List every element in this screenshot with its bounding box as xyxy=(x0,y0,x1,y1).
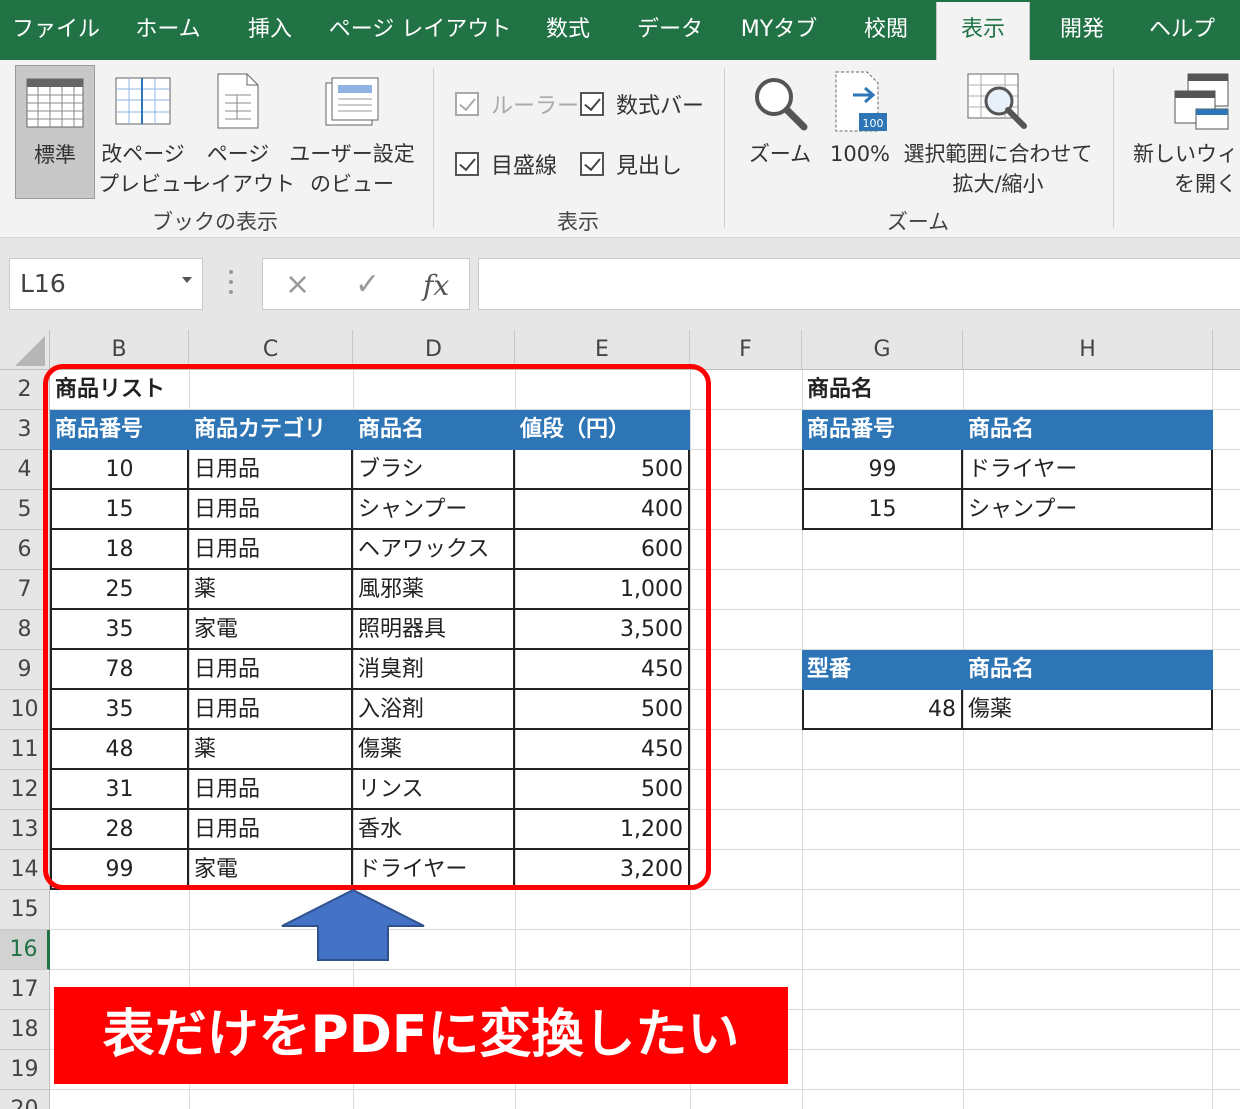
row-header[interactable]: 20 xyxy=(0,1090,50,1109)
table-cell[interactable]: 99 xyxy=(802,450,963,490)
tab-page-layout[interactable]: ページ レイアウト xyxy=(322,0,518,60)
table-cell[interactable]: 傷薬 xyxy=(963,690,1213,730)
zoom-to-selection-button[interactable]: 選択範囲に合わせて 拡大/縮小 xyxy=(900,65,1096,199)
up-arrow-icon xyxy=(281,888,425,961)
table-header-cell[interactable]: 商品番号 xyxy=(802,410,963,450)
normal-view-button[interactable]: 標準 xyxy=(15,65,95,199)
normal-view-label: 標準 xyxy=(34,143,76,167)
table-cell[interactable]: 15 xyxy=(802,490,963,530)
column-header-g[interactable]: G xyxy=(802,330,963,370)
zoom-to-selection-icon xyxy=(967,73,1027,129)
page-break-preview-icon xyxy=(115,77,171,125)
page-break-preview-label-1: 改ページ xyxy=(101,142,185,166)
ruler-label: ルーラー xyxy=(491,94,580,119)
row-header-selected[interactable]: 16 xyxy=(0,930,50,970)
group-label-workbook-views: ブックの表示 xyxy=(152,210,278,234)
formula-bar-checkbox[interactable]: 数式バー xyxy=(580,88,704,120)
tab-formulas[interactable]: 数式 xyxy=(520,0,616,60)
ribbon-tab-bar: ファイル ホーム 挿入 ページ レイアウト 数式 データ MYタブ 校閲 表示 … xyxy=(0,0,1240,60)
magnifier-icon xyxy=(755,78,808,131)
zoom-label: ズーム xyxy=(748,142,812,166)
tab-view[interactable]: 表示 xyxy=(936,2,1030,60)
highlight-frame xyxy=(43,364,711,890)
headings-label: 見出し xyxy=(616,154,683,179)
ruler-checkbox[interactable]: ルーラー xyxy=(455,88,579,120)
formula-bar-label: 数式バー xyxy=(616,94,705,119)
gridlines-label: 目盛線 xyxy=(491,154,558,179)
zoom-button[interactable]: ズーム xyxy=(742,65,818,199)
group-separator xyxy=(724,68,725,228)
select-all-corner[interactable] xyxy=(0,330,50,370)
name-box-value: L16 xyxy=(20,269,66,298)
table-header-cell[interactable]: 商品名 xyxy=(963,410,1213,450)
group-separator xyxy=(1113,68,1114,228)
group-label-show: 表示 xyxy=(557,210,599,234)
custom-views-label-2: のビュー xyxy=(310,172,394,196)
lookup-title[interactable]: 商品名 xyxy=(802,370,963,410)
zoom-to-selection-label-2: 拡大/縮小 xyxy=(952,172,1044,196)
checkbox-icon xyxy=(455,152,479,176)
table-header-cell[interactable]: 商品名 xyxy=(963,650,1213,690)
new-window-button[interactable]: 新しいウィン を開く xyxy=(1128,65,1240,199)
row-header[interactable]: 19 xyxy=(0,1050,50,1090)
row-header[interactable]: 17 xyxy=(0,970,50,1010)
headings-checkbox[interactable]: 見出し xyxy=(580,148,682,180)
formula-buttons: × ✓ fx xyxy=(262,258,470,310)
table-cell[interactable]: ドライヤー xyxy=(963,450,1213,490)
zoom-100-icon-text: 100 xyxy=(863,117,884,130)
tab-data[interactable]: データ xyxy=(620,0,720,60)
table-header-cell[interactable]: 型番 xyxy=(802,650,963,690)
gridline xyxy=(50,1089,1240,1090)
tab-review[interactable]: 校閲 xyxy=(838,0,934,60)
page-layout-label-2: レイアウト xyxy=(190,172,295,196)
custom-views-button[interactable]: ユーザー設定 のビュー xyxy=(288,65,416,199)
custom-views-label-1: ユーザー設定 xyxy=(289,142,415,166)
page-break-preview-button[interactable]: 改ページ プレビュー xyxy=(98,65,203,199)
new-window-icon xyxy=(1174,73,1229,130)
new-window-label-2: を開く xyxy=(1174,172,1237,196)
table-cell[interactable]: 48 xyxy=(802,690,963,730)
zoom-100-icon: 100 xyxy=(835,71,887,132)
page-break-preview-label-2: プレビュー xyxy=(98,172,203,196)
column-header-f[interactable]: F xyxy=(690,330,802,370)
chevron-down-icon[interactable] xyxy=(182,277,192,283)
formula-bar: L16 × ✓ fx xyxy=(0,238,1240,330)
checkbox-icon xyxy=(455,92,479,116)
zoom-100-label: 100% xyxy=(829,142,891,166)
page-layout-icon xyxy=(217,73,259,129)
tab-developer[interactable]: 開発 xyxy=(1034,0,1130,60)
enter-icon[interactable]: ✓ xyxy=(355,267,380,302)
tab-file[interactable]: ファイル xyxy=(0,0,112,60)
resize-handle-icon[interactable] xyxy=(226,270,236,300)
custom-views-icon xyxy=(325,77,379,126)
new-window-label-1: 新しいウィン xyxy=(1133,142,1240,166)
zoom-100-button[interactable]: 100 100% xyxy=(822,65,898,199)
page-layout-view-button[interactable]: ページ レイアウト xyxy=(190,65,295,199)
gridline xyxy=(50,929,1240,930)
ribbon-view: 標準 改ページ プレビュー ページ レイアウト ユーザー設定 のビュー ブックの… xyxy=(0,60,1240,238)
tab-insert[interactable]: 挿入 xyxy=(222,0,318,60)
row-header[interactable]: 15 xyxy=(0,890,50,930)
group-separator xyxy=(433,68,434,228)
checkbox-icon xyxy=(580,92,604,116)
checkbox-icon xyxy=(580,152,604,176)
gridline xyxy=(50,969,1240,970)
insert-function-icon[interactable]: fx xyxy=(423,269,449,302)
worksheet-grid[interactable]: B C D E F G H 2 3 4 5 6 7 8 9 10 11 12 1… xyxy=(0,330,1240,1109)
tab-home[interactable]: ホーム xyxy=(116,0,220,60)
column-header-h[interactable]: H xyxy=(963,330,1213,370)
name-box[interactable]: L16 xyxy=(9,258,203,310)
gridlines-checkbox[interactable]: 目盛線 xyxy=(455,148,557,180)
tab-help[interactable]: ヘルプ xyxy=(1132,0,1232,60)
group-label-zoom: ズーム xyxy=(886,210,950,234)
formula-input[interactable] xyxy=(478,258,1240,310)
page-layout-label-1: ページ xyxy=(206,142,270,166)
normal-view-icon xyxy=(26,78,84,128)
annotation-banner: 表だけをPDFに変換したい xyxy=(54,987,788,1084)
row-header[interactable]: 18 xyxy=(0,1010,50,1050)
tab-my-tab[interactable]: MYタブ xyxy=(724,0,834,60)
table-cell[interactable]: シャンプー xyxy=(963,490,1213,530)
cancel-icon[interactable]: × xyxy=(285,267,310,302)
zoom-to-selection-label-1: 選択範囲に合わせて xyxy=(903,142,1093,166)
